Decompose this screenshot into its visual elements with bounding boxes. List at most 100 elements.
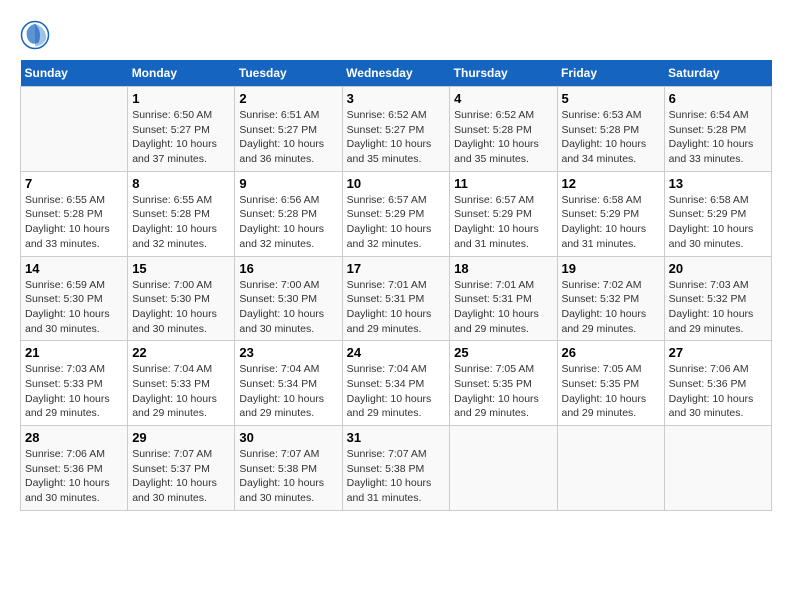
day-info: Sunrise: 7:03 AM Sunset: 5:32 PM Dayligh… bbox=[669, 278, 767, 337]
day-info: Sunrise: 6:53 AM Sunset: 5:28 PM Dayligh… bbox=[562, 108, 660, 167]
day-number: 31 bbox=[347, 430, 446, 445]
calendar-cell: 20 Sunrise: 7:03 AM Sunset: 5:32 PM Dayli… bbox=[664, 256, 771, 341]
calendar-cell: 10Sunrise: 6:57 AM Sunset: 5:29 PM Dayli… bbox=[342, 171, 450, 256]
calendar-cell: 24Sunrise: 7:04 AM Sunset: 5:34 PM Dayli… bbox=[342, 341, 450, 426]
calendar-cell: 15 Sunrise: 7:00 AM Sunset: 5:30 PM Dayli… bbox=[128, 256, 235, 341]
calendar-cell bbox=[21, 87, 128, 172]
col-header-wednesday: Wednesday bbox=[342, 60, 450, 87]
calendar-cell: 3 Sunrise: 6:52 AM Sunset: 5:27 PM Daylig… bbox=[342, 87, 450, 172]
day-info: Sunrise: 6:56 AM Sunset: 5:28 PM Dayligh… bbox=[239, 193, 337, 252]
day-number: 21 bbox=[25, 345, 123, 360]
day-info: Sunrise: 7:06 AM Sunset: 5:36 PM Dayligh… bbox=[669, 362, 767, 421]
day-number: 13 bbox=[669, 176, 767, 191]
day-info: Sunrise: 7:01 AM Sunset: 5:31 PM Dayligh… bbox=[454, 278, 552, 337]
calendar-cell: 6 Sunrise: 6:54 AM Sunset: 5:28 PM Daylig… bbox=[664, 87, 771, 172]
day-number: 28 bbox=[25, 430, 123, 445]
calendar-cell: 14Sunrise: 6:59 AM Sunset: 5:30 PM Dayli… bbox=[21, 256, 128, 341]
calendar-cell: 22 Sunrise: 7:04 AM Sunset: 5:33 PM Dayli… bbox=[128, 341, 235, 426]
day-number: 1 bbox=[132, 91, 230, 106]
day-info: Sunrise: 6:55 AM Sunset: 5:28 PM Dayligh… bbox=[132, 193, 230, 252]
calendar-cell: 17 Sunrise: 7:01 AM Sunset: 5:31 PM Dayli… bbox=[342, 256, 450, 341]
calendar-cell: 9 Sunrise: 6:56 AM Sunset: 5:28 PM Daylig… bbox=[235, 171, 342, 256]
calendar-cell: 5 Sunrise: 6:53 AM Sunset: 5:28 PM Daylig… bbox=[557, 87, 664, 172]
day-number: 27 bbox=[669, 345, 767, 360]
day-number: 17 bbox=[347, 261, 446, 276]
day-number: 3 bbox=[347, 91, 446, 106]
week-row-2: 7 Sunrise: 6:55 AM Sunset: 5:28 PM Daylig… bbox=[21, 171, 772, 256]
calendar-cell: 18Sunrise: 7:01 AM Sunset: 5:31 PM Dayli… bbox=[450, 256, 557, 341]
calendar-cell: 4Sunrise: 6:52 AM Sunset: 5:28 PM Daylig… bbox=[450, 87, 557, 172]
calendar-cell: 2 Sunrise: 6:51 AM Sunset: 5:27 PM Daylig… bbox=[235, 87, 342, 172]
day-info: Sunrise: 7:00 AM Sunset: 5:30 PM Dayligh… bbox=[239, 278, 337, 337]
calendar-cell: 30 Sunrise: 7:07 AM Sunset: 5:38 PM Dayli… bbox=[235, 426, 342, 511]
calendar-cell bbox=[664, 426, 771, 511]
day-number: 19 bbox=[562, 261, 660, 276]
day-info: Sunrise: 6:51 AM Sunset: 5:27 PM Dayligh… bbox=[239, 108, 337, 167]
page-header bbox=[20, 20, 772, 50]
calendar-cell: 27 Sunrise: 7:06 AM Sunset: 5:36 PM Dayli… bbox=[664, 341, 771, 426]
day-info: Sunrise: 6:55 AM Sunset: 5:28 PM Dayligh… bbox=[25, 193, 123, 252]
day-info: Sunrise: 6:52 AM Sunset: 5:28 PM Dayligh… bbox=[454, 108, 552, 167]
logo-icon bbox=[20, 20, 50, 50]
day-number: 20 bbox=[669, 261, 767, 276]
day-number: 26 bbox=[562, 345, 660, 360]
day-number: 11 bbox=[454, 176, 552, 191]
day-info: Sunrise: 7:04 AM Sunset: 5:34 PM Dayligh… bbox=[239, 362, 337, 421]
calendar-header-row: SundayMondayTuesdayWednesdayThursdayFrid… bbox=[21, 60, 772, 87]
day-info: Sunrise: 6:50 AM Sunset: 5:27 PM Dayligh… bbox=[132, 108, 230, 167]
day-number: 2 bbox=[239, 91, 337, 106]
day-info: Sunrise: 6:52 AM Sunset: 5:27 PM Dayligh… bbox=[347, 108, 446, 167]
day-info: Sunrise: 7:01 AM Sunset: 5:31 PM Dayligh… bbox=[347, 278, 446, 337]
day-info: Sunrise: 7:04 AM Sunset: 5:33 PM Dayligh… bbox=[132, 362, 230, 421]
col-header-monday: Monday bbox=[128, 60, 235, 87]
day-info: Sunrise: 7:03 AM Sunset: 5:33 PM Dayligh… bbox=[25, 362, 123, 421]
day-number: 8 bbox=[132, 176, 230, 191]
day-number: 15 bbox=[132, 261, 230, 276]
calendar-cell: 16 Sunrise: 7:00 AM Sunset: 5:30 PM Dayli… bbox=[235, 256, 342, 341]
calendar-cell bbox=[450, 426, 557, 511]
calendar-cell bbox=[557, 426, 664, 511]
week-row-1: 1 Sunrise: 6:50 AM Sunset: 5:27 PM Daylig… bbox=[21, 87, 772, 172]
day-number: 10 bbox=[347, 176, 446, 191]
col-header-friday: Friday bbox=[557, 60, 664, 87]
calendar-cell: 7 Sunrise: 6:55 AM Sunset: 5:28 PM Daylig… bbox=[21, 171, 128, 256]
calendar-cell: 13 Sunrise: 6:58 AM Sunset: 5:29 PM Dayli… bbox=[664, 171, 771, 256]
day-info: Sunrise: 6:58 AM Sunset: 5:29 PM Dayligh… bbox=[562, 193, 660, 252]
day-info: Sunrise: 7:02 AM Sunset: 5:32 PM Dayligh… bbox=[562, 278, 660, 337]
calendar-cell: 23 Sunrise: 7:04 AM Sunset: 5:34 PM Dayli… bbox=[235, 341, 342, 426]
day-info: Sunrise: 6:54 AM Sunset: 5:28 PM Dayligh… bbox=[669, 108, 767, 167]
col-header-sunday: Sunday bbox=[21, 60, 128, 87]
day-info: Sunrise: 7:05 AM Sunset: 5:35 PM Dayligh… bbox=[562, 362, 660, 421]
day-info: Sunrise: 6:57 AM Sunset: 5:29 PM Dayligh… bbox=[454, 193, 552, 252]
day-number: 29 bbox=[132, 430, 230, 445]
day-number: 7 bbox=[25, 176, 123, 191]
day-info: Sunrise: 7:04 AM Sunset: 5:34 PM Dayligh… bbox=[347, 362, 446, 421]
day-number: 9 bbox=[239, 176, 337, 191]
day-info: Sunrise: 7:00 AM Sunset: 5:30 PM Dayligh… bbox=[132, 278, 230, 337]
day-number: 6 bbox=[669, 91, 767, 106]
logo bbox=[20, 20, 54, 50]
week-row-4: 21 Sunrise: 7:03 AM Sunset: 5:33 PM Dayli… bbox=[21, 341, 772, 426]
day-info: Sunrise: 6:59 AM Sunset: 5:30 PM Dayligh… bbox=[25, 278, 123, 337]
day-number: 12 bbox=[562, 176, 660, 191]
day-info: Sunrise: 7:07 AM Sunset: 5:38 PM Dayligh… bbox=[347, 447, 446, 506]
col-header-tuesday: Tuesday bbox=[235, 60, 342, 87]
calendar-cell: 19 Sunrise: 7:02 AM Sunset: 5:32 PM Dayli… bbox=[557, 256, 664, 341]
day-info: Sunrise: 7:07 AM Sunset: 5:38 PM Dayligh… bbox=[239, 447, 337, 506]
day-number: 23 bbox=[239, 345, 337, 360]
calendar-cell: 28Sunrise: 7:06 AM Sunset: 5:36 PM Dayli… bbox=[21, 426, 128, 511]
day-number: 22 bbox=[132, 345, 230, 360]
day-info: Sunrise: 6:58 AM Sunset: 5:29 PM Dayligh… bbox=[669, 193, 767, 252]
calendar-cell: 1 Sunrise: 6:50 AM Sunset: 5:27 PM Daylig… bbox=[128, 87, 235, 172]
calendar-cell: 21 Sunrise: 7:03 AM Sunset: 5:33 PM Dayli… bbox=[21, 341, 128, 426]
calendar-cell: 8 Sunrise: 6:55 AM Sunset: 5:28 PM Daylig… bbox=[128, 171, 235, 256]
day-number: 16 bbox=[239, 261, 337, 276]
calendar-cell: 11 Sunrise: 6:57 AM Sunset: 5:29 PM Dayli… bbox=[450, 171, 557, 256]
calendar-cell: 12 Sunrise: 6:58 AM Sunset: 5:29 PM Dayli… bbox=[557, 171, 664, 256]
day-info: Sunrise: 7:07 AM Sunset: 5:37 PM Dayligh… bbox=[132, 447, 230, 506]
day-number: 30 bbox=[239, 430, 337, 445]
day-number: 5 bbox=[562, 91, 660, 106]
calendar-cell: 29 Sunrise: 7:07 AM Sunset: 5:37 PM Dayli… bbox=[128, 426, 235, 511]
week-row-5: 28Sunrise: 7:06 AM Sunset: 5:36 PM Dayli… bbox=[21, 426, 772, 511]
calendar-table: SundayMondayTuesdayWednesdayThursdayFrid… bbox=[20, 60, 772, 511]
